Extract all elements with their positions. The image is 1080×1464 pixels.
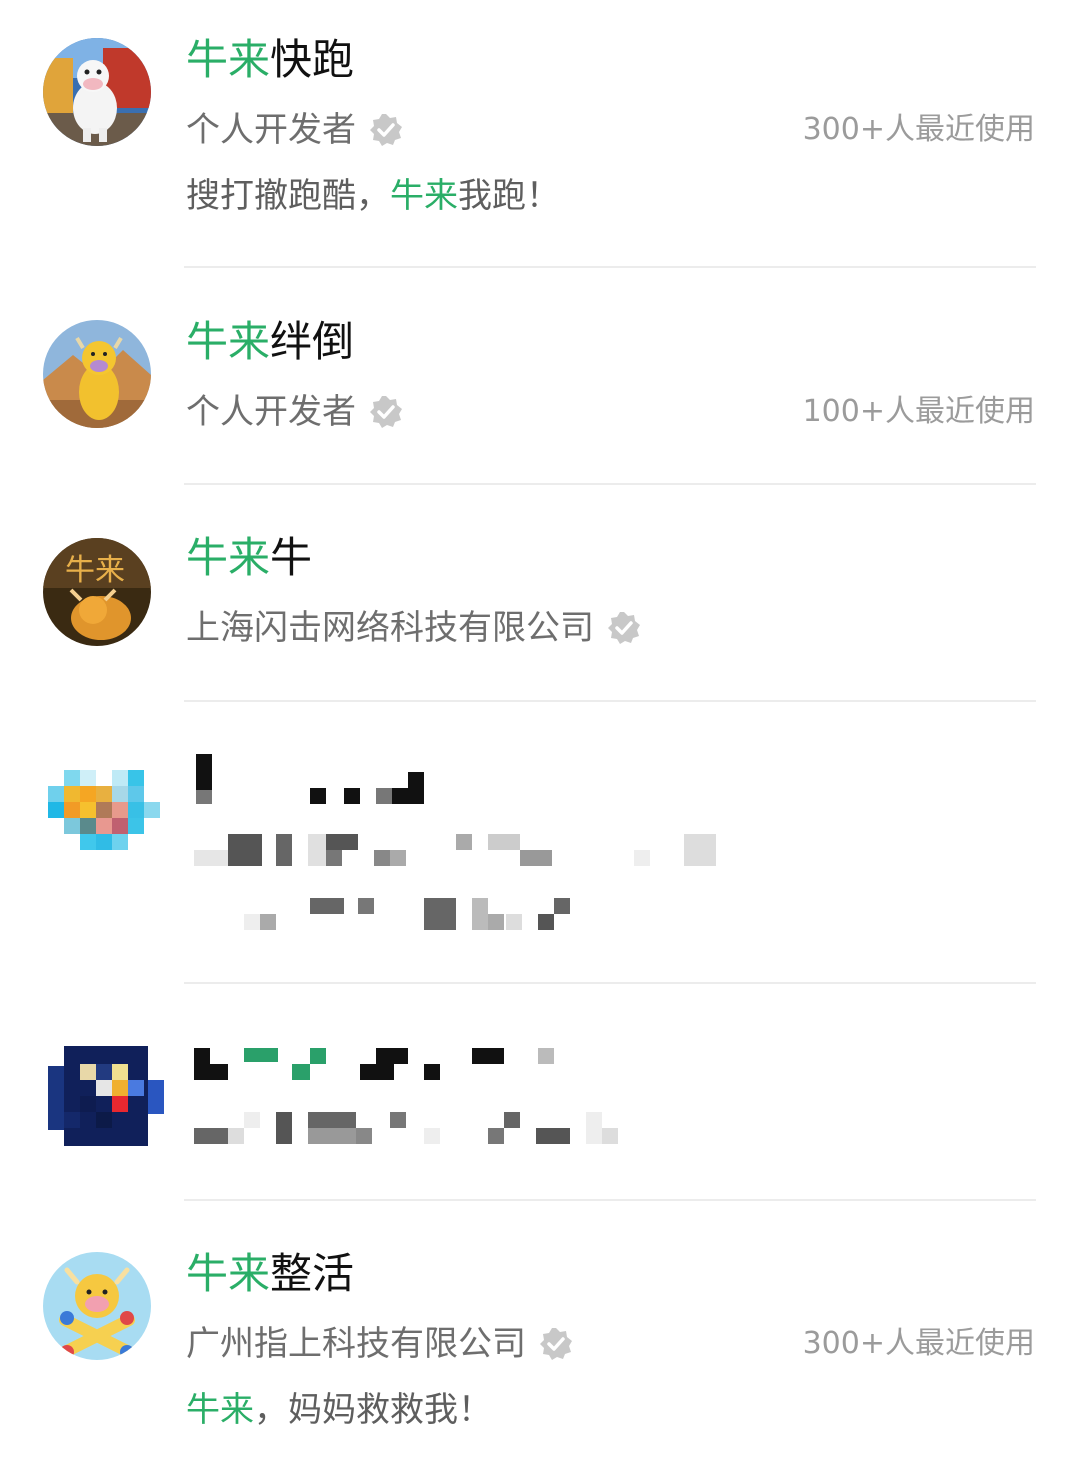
result-item-5-censored[interactable] xyxy=(0,984,1080,1201)
desc-keyword: 牛来 xyxy=(390,176,458,216)
result-title: 牛来快跑 xyxy=(186,34,354,86)
yellow-ox-avatar-icon xyxy=(43,320,151,428)
result-description: 搜打撤跑酷，牛来我跑！ xyxy=(186,174,560,218)
desc-part: ，妈妈救救我！ xyxy=(254,1390,492,1430)
usage-count: 300+人最近使用 xyxy=(802,112,1035,147)
developer-name: 个人开发者 xyxy=(186,392,356,432)
verified-badge-icon xyxy=(368,112,404,148)
title-rest: 绊倒 xyxy=(270,317,355,366)
verified-badge-icon xyxy=(606,610,642,646)
developer-name: 个人开发者 xyxy=(186,110,356,150)
verified-badge-icon xyxy=(538,1326,574,1362)
result-title: 牛来绊倒 xyxy=(186,316,354,368)
censored-title-block xyxy=(194,754,434,804)
developer-line: 个人开发者 xyxy=(186,108,404,152)
title-rest: 整活 xyxy=(270,1249,355,1298)
result-description: 牛来，妈妈救救我！ xyxy=(186,1388,492,1432)
title-keyword: 牛来 xyxy=(186,35,271,84)
cow-runner-avatar-icon xyxy=(43,38,151,146)
usage-count: 300+人最近使用 xyxy=(802,1326,1035,1361)
developer-line: 广州指上科技有限公司 xyxy=(186,1322,574,1366)
title-keyword: 牛来 xyxy=(186,1249,271,1298)
title-rest: 快跑 xyxy=(270,35,355,84)
censored-subtitle-block xyxy=(194,828,724,868)
result-item-3[interactable]: 牛来 牛来牛 上海闪击网络科技有限公司 xyxy=(0,484,1080,702)
result-item-2[interactable]: 牛来绊倒 个人开发者 100+人最近使用 xyxy=(0,268,1080,485)
svg-text:牛来: 牛来 xyxy=(65,553,125,588)
developer-line: 个人开发者 xyxy=(186,390,404,434)
desc-part: 我跑！ xyxy=(458,176,560,216)
censored-title-block xyxy=(194,1046,564,1082)
developer-name: 上海闪击网络科技有限公司 xyxy=(186,608,594,648)
censored-subtitle-block xyxy=(194,1110,624,1146)
result-item-6[interactable]: 牛来整活 广州指上科技有限公司 300+人最近使用 牛来，妈妈救救我！ xyxy=(0,1200,1080,1464)
verified-badge-icon xyxy=(368,394,404,430)
result-title: 牛来整活 xyxy=(186,1248,354,1300)
desc-part: 搜打撤跑酷， xyxy=(186,176,390,216)
title-rest: 牛 xyxy=(270,533,313,582)
pixelated-blue-avatar-icon xyxy=(44,1046,164,1146)
result-item-4-censored[interactable] xyxy=(0,702,1080,984)
pixelated-avatar-icon xyxy=(48,754,164,870)
developer-name: 广州指上科技有限公司 xyxy=(186,1324,526,1364)
censored-desc-block xyxy=(244,898,584,932)
cartoon-ox-avatar-icon xyxy=(43,1252,151,1360)
result-item-1[interactable]: 牛来快跑 个人开发者 300+人最近使用 搜打撤跑酷，牛来我跑！ xyxy=(0,0,1080,268)
mini-program-search-results: 牛来快跑 个人开发者 300+人最近使用 搜打撤跑酷，牛来我跑！ 牛来绊倒 个人… xyxy=(0,0,1080,1464)
usage-count: 100+人最近使用 xyxy=(802,394,1035,429)
title-keyword: 牛来 xyxy=(186,533,271,582)
title-keyword: 牛来 xyxy=(186,317,271,366)
result-title: 牛来牛 xyxy=(186,532,312,584)
golden-ox-avatar-icon: 牛来 xyxy=(43,538,151,646)
desc-keyword: 牛来 xyxy=(186,1390,254,1430)
developer-line: 上海闪击网络科技有限公司 xyxy=(186,606,642,650)
